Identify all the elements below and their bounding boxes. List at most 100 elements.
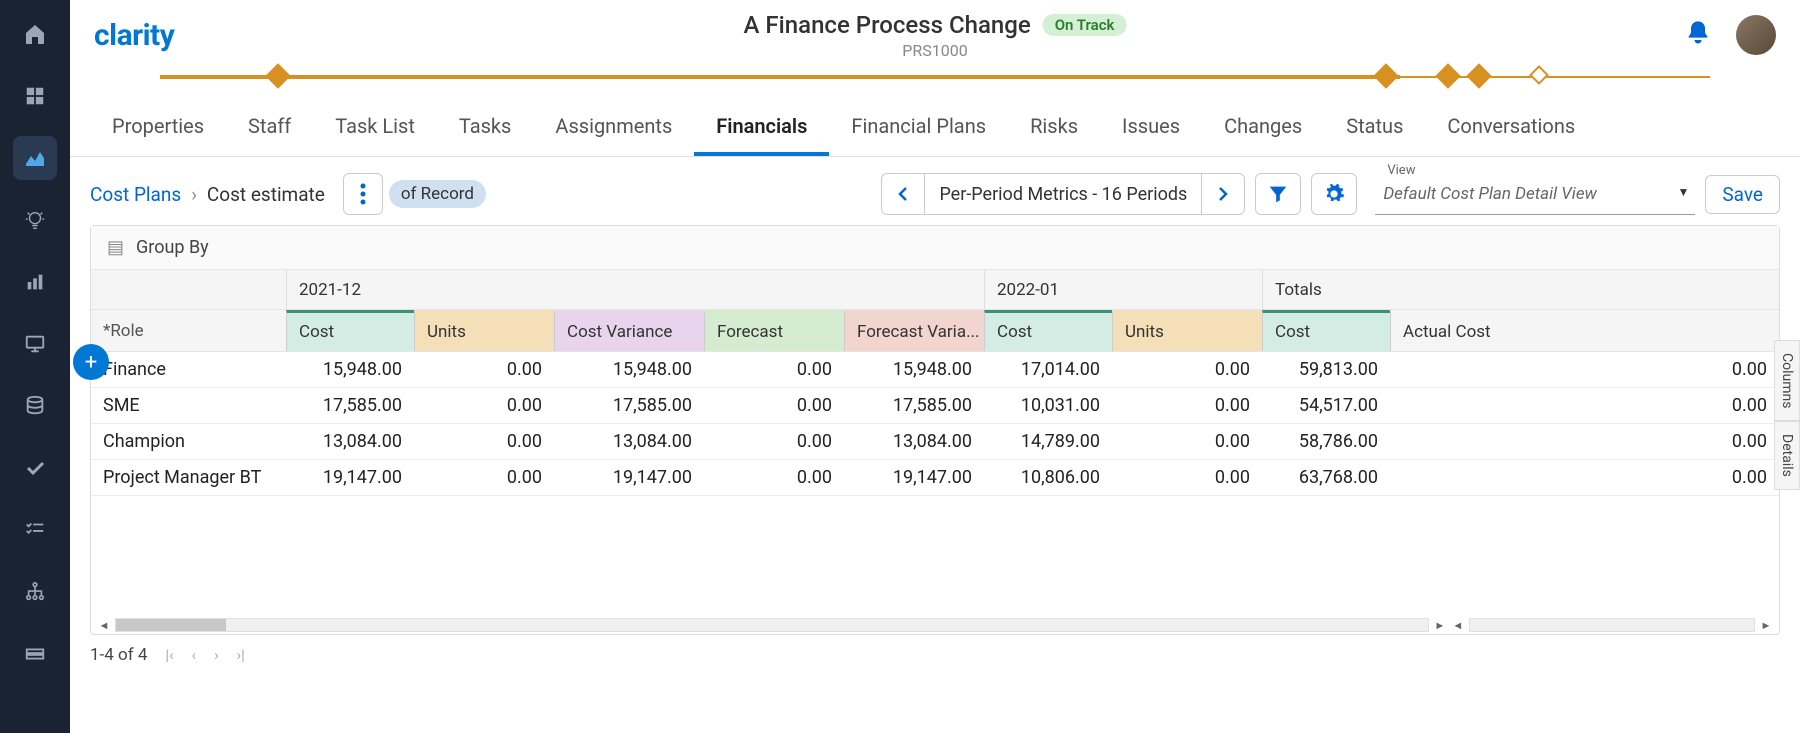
cell-actual-cost[interactable]: 0.00 [1390,359,1779,380]
col-units[interactable]: Units [414,310,554,351]
cell-actual-cost[interactable]: 0.00 [1390,395,1779,416]
col-cost[interactable]: Cost [286,310,414,351]
nav-chart-icon[interactable] [13,136,57,180]
cell-cost-variance[interactable]: 19,147.00 [554,467,704,488]
cell-total-cost[interactable]: 54,517.00 [1262,395,1390,416]
col-units-2[interactable]: Units [1112,310,1262,351]
table-row[interactable]: SME17,585.000.0017,585.000.0017,585.0010… [91,388,1779,424]
breadcrumb-root[interactable]: Cost Plans [90,183,181,206]
nav-checklist-icon[interactable] [13,508,57,552]
tab-tasklist[interactable]: Task List [313,100,437,156]
cell-units[interactable]: 0.00 [414,359,554,380]
cell-units-2[interactable]: 0.00 [1112,431,1262,452]
page-last-button[interactable]: ›| [237,646,245,664]
cell-actual-cost[interactable]: 0.00 [1390,431,1779,452]
col-forecast[interactable]: Forecast [704,310,844,351]
table-row[interactable]: Champion13,084.000.0013,084.000.0013,084… [91,424,1779,460]
cell-cost-variance[interactable]: 13,084.00 [554,431,704,452]
tab-assignments[interactable]: Assignments [533,100,694,156]
hscroll-right-icon[interactable]: ► [1433,619,1447,632]
user-avatar[interactable] [1736,15,1776,55]
hscroll2-left-icon[interactable]: ◄ [1451,619,1465,632]
col-total-cost[interactable]: Cost [1262,310,1390,351]
cell-cost-variance[interactable]: 15,948.00 [554,359,704,380]
cell-forecast-variance[interactable]: 13,084.00 [844,431,984,452]
cell-forecast[interactable]: 0.00 [704,359,844,380]
cell-total-cost[interactable]: 63,768.00 [1262,467,1390,488]
notifications-icon[interactable] [1684,19,1712,51]
cell-forecast[interactable]: 0.00 [704,467,844,488]
page-first-button[interactable]: |‹ [165,646,173,664]
nav-bulb-icon[interactable] [13,198,57,242]
cell-units[interactable]: 0.00 [414,467,554,488]
more-actions-button[interactable] [343,173,383,215]
view-selector[interactable]: View ▼ [1375,173,1695,215]
tab-financials[interactable]: Financials [694,100,829,156]
nav-briefcase-icon[interactable] [13,632,57,676]
groupby-label[interactable]: Group By [136,237,209,258]
page-next-button[interactable]: › [214,646,219,664]
cell-units[interactable]: 0.00 [414,395,554,416]
cell-cost-variance[interactable]: 17,585.00 [554,395,704,416]
tab-changes[interactable]: Changes [1202,100,1324,156]
cell-cost-2[interactable]: 10,031.00 [984,395,1112,416]
cell-units-2[interactable]: 0.00 [1112,359,1262,380]
tab-staff[interactable]: Staff [226,100,313,156]
cell-cost[interactable]: 15,948.00 [286,359,414,380]
cell-cost[interactable]: 17,585.00 [286,395,414,416]
tab-issues[interactable]: Issues [1100,100,1202,156]
nav-check-icon[interactable] [13,446,57,490]
table-row[interactable]: Finance15,948.000.0015,948.000.0015,948.… [91,352,1779,388]
groupby-icon[interactable]: ▤ [107,237,124,258]
col-cost-variance[interactable]: Cost Variance [554,310,704,351]
save-button[interactable]: Save [1705,175,1780,214]
cell-total-cost[interactable]: 58,786.00 [1262,431,1390,452]
side-tab-columns[interactable]: Columns [1774,340,1800,421]
settings-button[interactable] [1311,173,1357,215]
table-row[interactable]: Project Manager BT19,147.000.0019,147.00… [91,460,1779,496]
tab-properties[interactable]: Properties [90,100,226,156]
col-cost-2[interactable]: Cost [984,310,1112,351]
cell-units-2[interactable]: 0.00 [1112,467,1262,488]
hscroll-track-left[interactable] [115,618,1429,632]
cell-forecast-variance[interactable]: 19,147.00 [844,467,984,488]
nav-home-icon[interactable] [13,12,57,56]
add-row-button[interactable]: + [73,344,109,380]
cell-forecast[interactable]: 0.00 [704,395,844,416]
hscroll-track-right[interactable] [1469,618,1755,632]
cell-cost-2[interactable]: 17,014.00 [984,359,1112,380]
cell-forecast[interactable]: 0.00 [704,431,844,452]
nav-monitor-icon[interactable] [13,322,57,366]
cell-actual-cost[interactable]: 0.00 [1390,467,1779,488]
tab-status[interactable]: Status [1324,100,1425,156]
col-forecast-variance[interactable]: Forecast Varia... [844,310,984,351]
nav-database-icon[interactable] [13,384,57,428]
page-prev-button[interactable]: ‹ [192,646,197,664]
tab-risks[interactable]: Risks [1008,100,1100,156]
tab-financial-plans[interactable]: Financial Plans [829,100,1008,156]
cell-cost[interactable]: 19,147.00 [286,467,414,488]
period-next-button[interactable] [1202,174,1244,214]
cell-forecast-variance[interactable]: 17,585.00 [844,395,984,416]
tab-tasks[interactable]: Tasks [437,100,534,156]
cell-forecast-variance[interactable]: 15,948.00 [844,359,984,380]
period-header-2: 2022-01 [984,270,1262,309]
cell-units[interactable]: 0.00 [414,431,554,452]
cell-units-2[interactable]: 0.00 [1112,395,1262,416]
nav-hierarchy-icon[interactable] [13,570,57,614]
filter-button[interactable] [1255,173,1301,215]
tab-conversations[interactable]: Conversations [1425,100,1597,156]
cell-cost-2[interactable]: 14,789.00 [984,431,1112,452]
nav-grid-icon[interactable] [13,74,57,118]
side-tab-details[interactable]: Details [1774,421,1800,490]
period-prev-button[interactable] [882,174,924,214]
col-actual-cost[interactable]: Actual Cost [1390,310,1779,351]
hscroll-left-icon[interactable]: ◄ [97,619,111,632]
col-role[interactable]: *Role [91,310,286,351]
nav-bars-icon[interactable] [13,260,57,304]
cell-cost[interactable]: 13,084.00 [286,431,414,452]
cell-cost-2[interactable]: 10,806.00 [984,467,1112,488]
hscroll2-right-icon[interactable]: ► [1759,619,1773,632]
view-input[interactable] [1375,173,1695,215]
cell-total-cost[interactable]: 59,813.00 [1262,359,1390,380]
